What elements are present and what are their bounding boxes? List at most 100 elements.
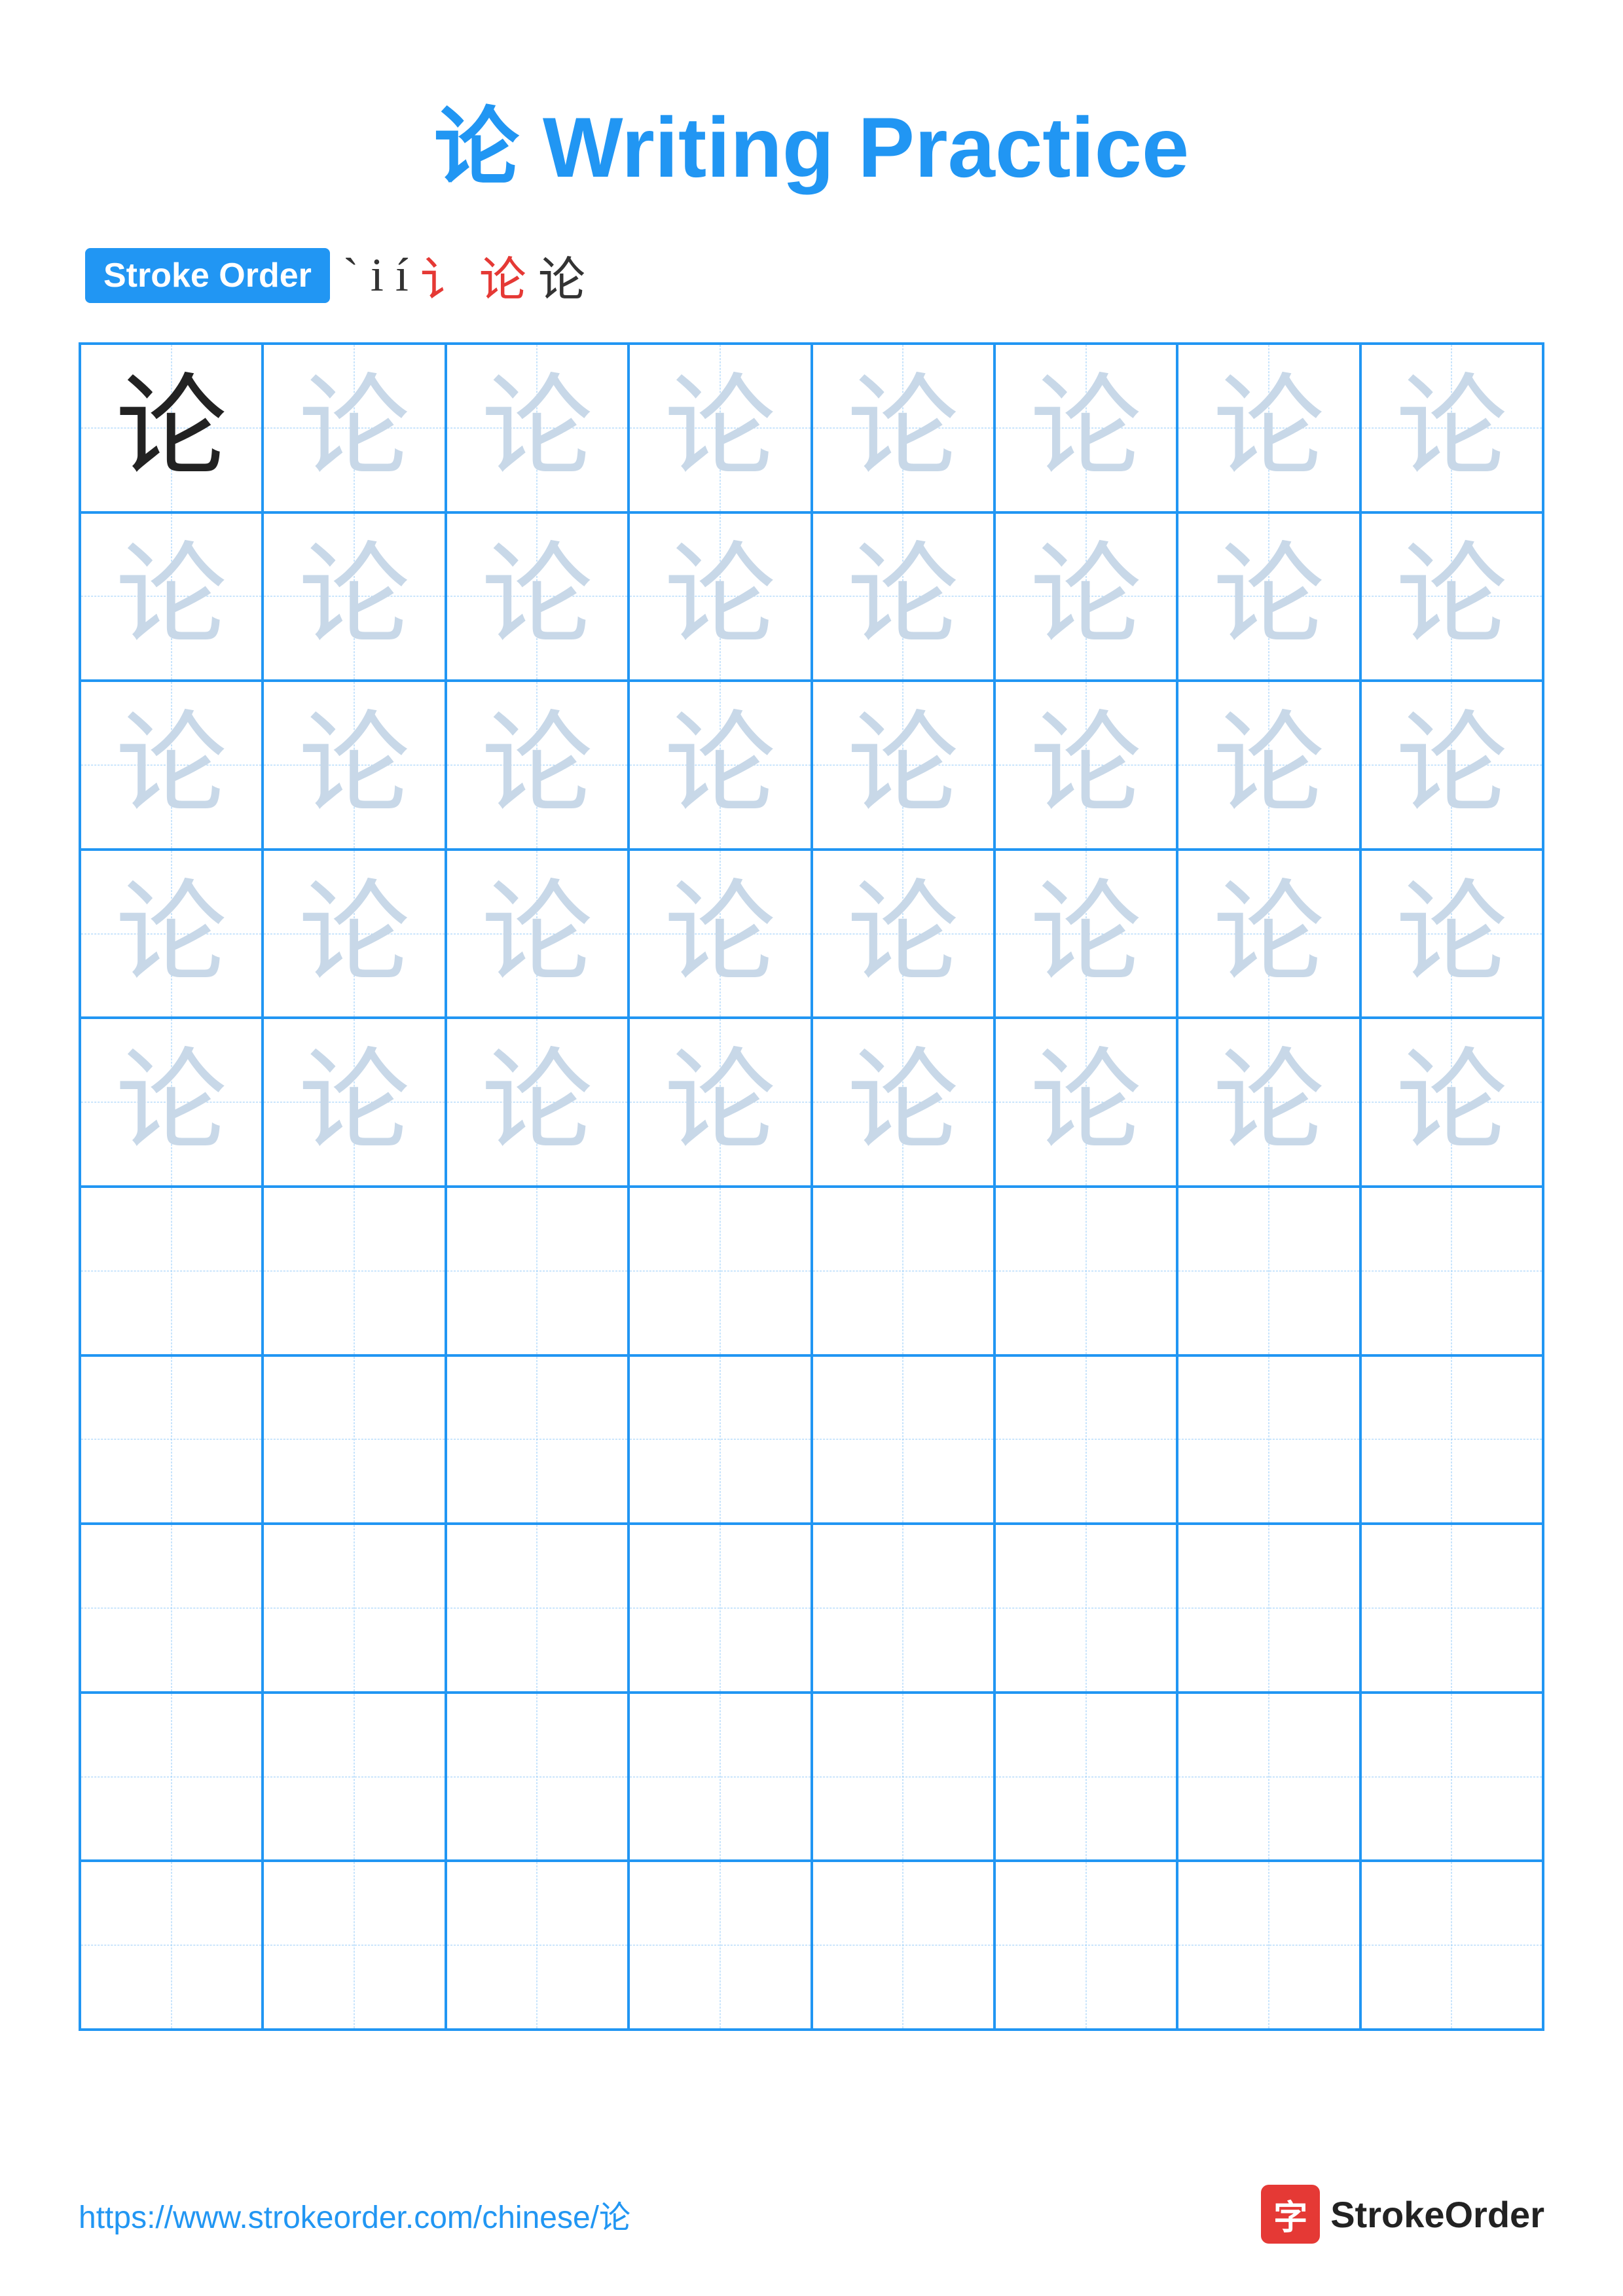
grid-cell[interactable] — [446, 1693, 629, 1861]
grid-cell[interactable] — [629, 1355, 811, 1524]
grid-cell[interactable] — [812, 1524, 994, 1693]
grid-cell[interactable] — [80, 1187, 263, 1355]
grid-cell[interactable]: 论 — [629, 344, 811, 512]
grid-cell[interactable]: 论 — [629, 512, 811, 681]
grid-cell[interactable]: 论 — [812, 1018, 994, 1187]
grid-cell[interactable] — [1360, 1524, 1543, 1693]
grid-cell[interactable]: 论 — [80, 1018, 263, 1187]
grid-cell[interactable]: 论 — [1177, 850, 1360, 1018]
grid-cell[interactable]: 论 — [263, 512, 445, 681]
grid-cell[interactable]: 论 — [994, 850, 1177, 1018]
footer: https://www.strokeorder.com/chinese/论 字 … — [79, 2185, 1544, 2244]
grid-cell[interactable] — [80, 1861, 263, 2030]
grid-cell[interactable]: 论 — [1360, 344, 1543, 512]
grid-cell[interactable]: 论 — [994, 512, 1177, 681]
grid-cell[interactable]: 论 — [1177, 681, 1360, 850]
grid-cell[interactable] — [80, 1524, 263, 1693]
grid-cell[interactable] — [446, 1187, 629, 1355]
logo-char: 字 — [1273, 2190, 1307, 2239]
grid-cell[interactable]: 论 — [812, 850, 994, 1018]
practice-grid: 论论论论论论论论论论论论论论论论论论论论论论论论论论论论论论论论论论论论论论论论 — [79, 342, 1544, 2031]
grid-cell[interactable] — [446, 1355, 629, 1524]
grid-cell[interactable]: 论 — [629, 1018, 811, 1187]
grid-cell[interactable] — [1177, 1693, 1360, 1861]
grid-cell[interactable] — [812, 1693, 994, 1861]
grid-cell[interactable] — [263, 1693, 445, 1861]
grid-cell[interactable] — [263, 1861, 445, 2030]
grid-cell[interactable]: 论 — [263, 344, 445, 512]
footer-logo-text: StrokeOrder — [1330, 2193, 1544, 2236]
grid-cell[interactable] — [446, 1861, 629, 2030]
grid-cell[interactable] — [263, 1524, 445, 1693]
grid-cell[interactable]: 论 — [1360, 850, 1543, 1018]
grid-cell[interactable]: 论 — [629, 681, 811, 850]
grid-cell[interactable] — [629, 1524, 811, 1693]
grid-cell[interactable]: 论 — [80, 344, 263, 512]
grid-cell[interactable]: 论 — [263, 1018, 445, 1187]
grid-cell[interactable]: 论 — [263, 681, 445, 850]
grid-cell[interactable] — [1177, 1355, 1360, 1524]
grid-cell[interactable] — [263, 1355, 445, 1524]
grid-cell[interactable] — [1360, 1861, 1543, 2030]
grid-cell[interactable] — [812, 1861, 994, 2030]
grid-cell[interactable]: 论 — [1360, 512, 1543, 681]
footer-url: https://www.strokeorder.com/chinese/论 — [79, 2191, 630, 2237]
grid-cell[interactable] — [629, 1187, 811, 1355]
grid-cell[interactable]: 论 — [629, 850, 811, 1018]
grid-cell[interactable] — [994, 1524, 1177, 1693]
page-title: 论 Writing Practice — [79, 79, 1544, 202]
grid-cell[interactable] — [80, 1693, 263, 1861]
grid-cell[interactable]: 论 — [1177, 344, 1360, 512]
stroke-6: 论 — [538, 241, 585, 310]
grid-cell[interactable]: 论 — [994, 344, 1177, 512]
stroke-3: í — [395, 248, 409, 302]
stroke-2: i — [371, 248, 384, 302]
grid-cell[interactable] — [994, 1187, 1177, 1355]
grid-cell[interactable]: 论 — [446, 512, 629, 681]
grid-cell[interactable] — [812, 1187, 994, 1355]
grid-cell[interactable]: 论 — [812, 344, 994, 512]
grid-cell[interactable]: 论 — [812, 512, 994, 681]
grid-cell[interactable]: 论 — [446, 344, 629, 512]
stroke-5: 论 — [479, 241, 526, 310]
grid-cell[interactable] — [1360, 1355, 1543, 1524]
page: 论 Writing Practice Stroke Order ` i í 讠… — [0, 0, 1623, 2296]
grid-cell[interactable]: 论 — [446, 850, 629, 1018]
grid-cell[interactable]: 论 — [1177, 1018, 1360, 1187]
grid-cell[interactable] — [263, 1187, 445, 1355]
grid-cell[interactable]: 论 — [80, 850, 263, 1018]
grid-cell[interactable]: 论 — [1360, 681, 1543, 850]
stroke-4: 讠 — [420, 241, 467, 310]
stroke-order-row: Stroke Order ` i í 讠 论 论 — [85, 241, 1544, 310]
grid-cell[interactable] — [1360, 1693, 1543, 1861]
grid-cell[interactable] — [629, 1861, 811, 2030]
grid-cell[interactable]: 论 — [263, 850, 445, 1018]
title-chinese: 论 — [434, 99, 519, 195]
grid-cell[interactable] — [1177, 1524, 1360, 1693]
grid-cell[interactable] — [446, 1524, 629, 1693]
grid-cell[interactable]: 论 — [446, 681, 629, 850]
stroke-order-badge: Stroke Order — [85, 248, 330, 303]
stroke-sequence: ` i í 讠 论 论 — [343, 241, 585, 310]
grid-cell[interactable]: 论 — [80, 512, 263, 681]
grid-cell[interactable]: 论 — [446, 1018, 629, 1187]
grid-cell[interactable]: 论 — [1177, 512, 1360, 681]
stroke-1: ` — [343, 248, 359, 302]
title-english: Writing Practice — [519, 99, 1189, 195]
grid-cell[interactable] — [629, 1693, 811, 1861]
grid-cell[interactable] — [1177, 1861, 1360, 2030]
grid-cell[interactable]: 论 — [80, 681, 263, 850]
grid-cell[interactable] — [1360, 1187, 1543, 1355]
grid-cell[interactable] — [812, 1355, 994, 1524]
grid-cell[interactable] — [994, 1693, 1177, 1861]
grid-cell[interactable]: 论 — [994, 681, 1177, 850]
grid-cell[interactable] — [994, 1861, 1177, 2030]
grid-cell[interactable] — [1177, 1187, 1360, 1355]
footer-logo-icon: 字 — [1261, 2185, 1320, 2244]
grid-cell[interactable]: 论 — [812, 681, 994, 850]
footer-logo: 字 StrokeOrder — [1261, 2185, 1544, 2244]
grid-cell[interactable] — [80, 1355, 263, 1524]
grid-cell[interactable]: 论 — [1360, 1018, 1543, 1187]
grid-cell[interactable]: 论 — [994, 1018, 1177, 1187]
grid-cell[interactable] — [994, 1355, 1177, 1524]
